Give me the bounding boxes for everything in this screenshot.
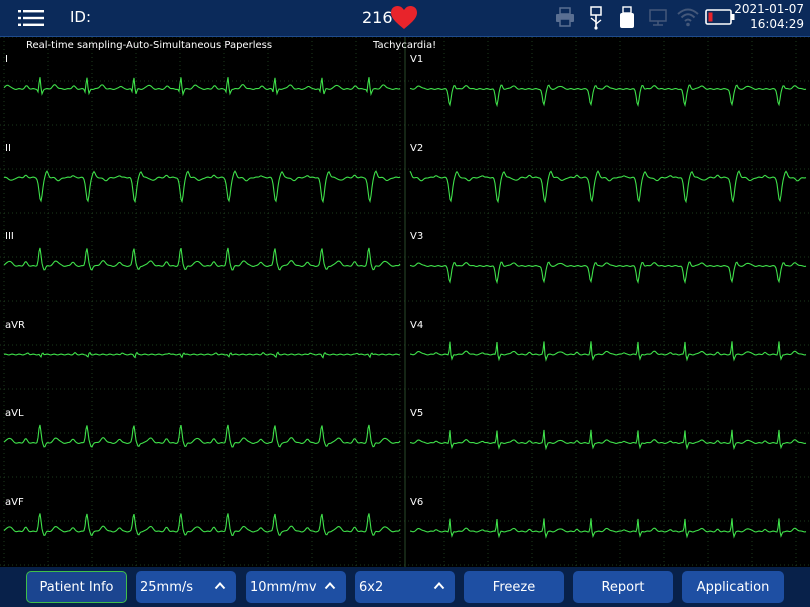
bottom-toolbar: Patient Info 25mm/s 10mm/mv 6x2 Freeze R… <box>0 567 810 607</box>
sampling-mode-text: Real-time sampling-Auto-Simultaneous Pap… <box>26 40 273 51</box>
lead-label-aVL: aVL <box>5 408 24 419</box>
battery-icon <box>705 9 735 29</box>
ecg-trace-V3 <box>409 261 807 285</box>
datetime: 2021-01-07 16:04:29 <box>734 2 804 32</box>
report-button[interactable]: Report <box>573 571 673 603</box>
chevron-up-icon <box>214 580 226 596</box>
lead-label-V4: V4 <box>410 320 424 331</box>
speed-value: 25mm/s <box>140 579 194 595</box>
chevron-up-icon <box>324 580 336 596</box>
lead-label-I: I <box>5 54 8 65</box>
ecg-display: Real-time sampling-Auto-Simultaneous Pap… <box>0 37 810 567</box>
lead-label-V3: V3 <box>410 231 424 242</box>
layout-selector[interactable]: 6x2 <box>355 571 455 603</box>
usb-drive-icon <box>618 6 636 34</box>
heart-rate-value: 216 <box>362 8 393 27</box>
ecg-trace-aVF <box>3 513 401 537</box>
lead-label-V1: V1 <box>410 54 424 65</box>
patient-id-label: ID: <box>70 8 92 26</box>
ecg-trace-V2 <box>409 170 807 204</box>
printer-icon <box>555 6 575 32</box>
network-icon <box>648 6 670 32</box>
ecg-trace-aVR <box>3 351 401 359</box>
ecg-trace-V1 <box>409 84 807 108</box>
application-button[interactable]: Application <box>682 571 784 603</box>
ecg-trace-V4 <box>409 341 807 362</box>
speed-selector[interactable]: 25mm/s <box>136 571 236 603</box>
top-bar: ID: 216 2021-01-07 16:04:29 <box>0 0 810 37</box>
patient-info-button[interactable]: Patient Info <box>26 571 127 603</box>
freeze-button[interactable]: Freeze <box>464 571 564 603</box>
gain-selector[interactable]: 10mm/mv <box>246 571 346 603</box>
menu-icon[interactable] <box>18 8 44 28</box>
lead-label-V6: V6 <box>410 497 424 508</box>
ecg-trace-aVL <box>3 424 401 448</box>
lead-label-II: II <box>5 143 11 154</box>
lead-label-V2: V2 <box>410 143 424 154</box>
date-text: 2021-01-07 <box>734 2 804 16</box>
gain-value: 10mm/mv <box>250 579 317 595</box>
ecg-trace-II <box>3 170 401 204</box>
lead-label-aVF: aVF <box>5 497 24 508</box>
usb-icon <box>588 6 604 34</box>
ecg-waveforms <box>0 37 810 567</box>
lead-label-V5: V5 <box>410 408 424 419</box>
lead-label-III: III <box>5 231 14 242</box>
ecg-trace-I <box>3 77 401 97</box>
time-text: 16:04:29 <box>750 17 804 31</box>
layout-value: 6x2 <box>359 579 384 595</box>
lead-label-aVR: aVR <box>5 320 25 331</box>
heart-icon <box>390 5 418 35</box>
ecg-trace-III <box>3 247 401 271</box>
chevron-up-icon <box>433 580 445 596</box>
wifi-icon <box>676 6 700 32</box>
tachycardia-alert: Tachycardia! <box>373 40 437 51</box>
